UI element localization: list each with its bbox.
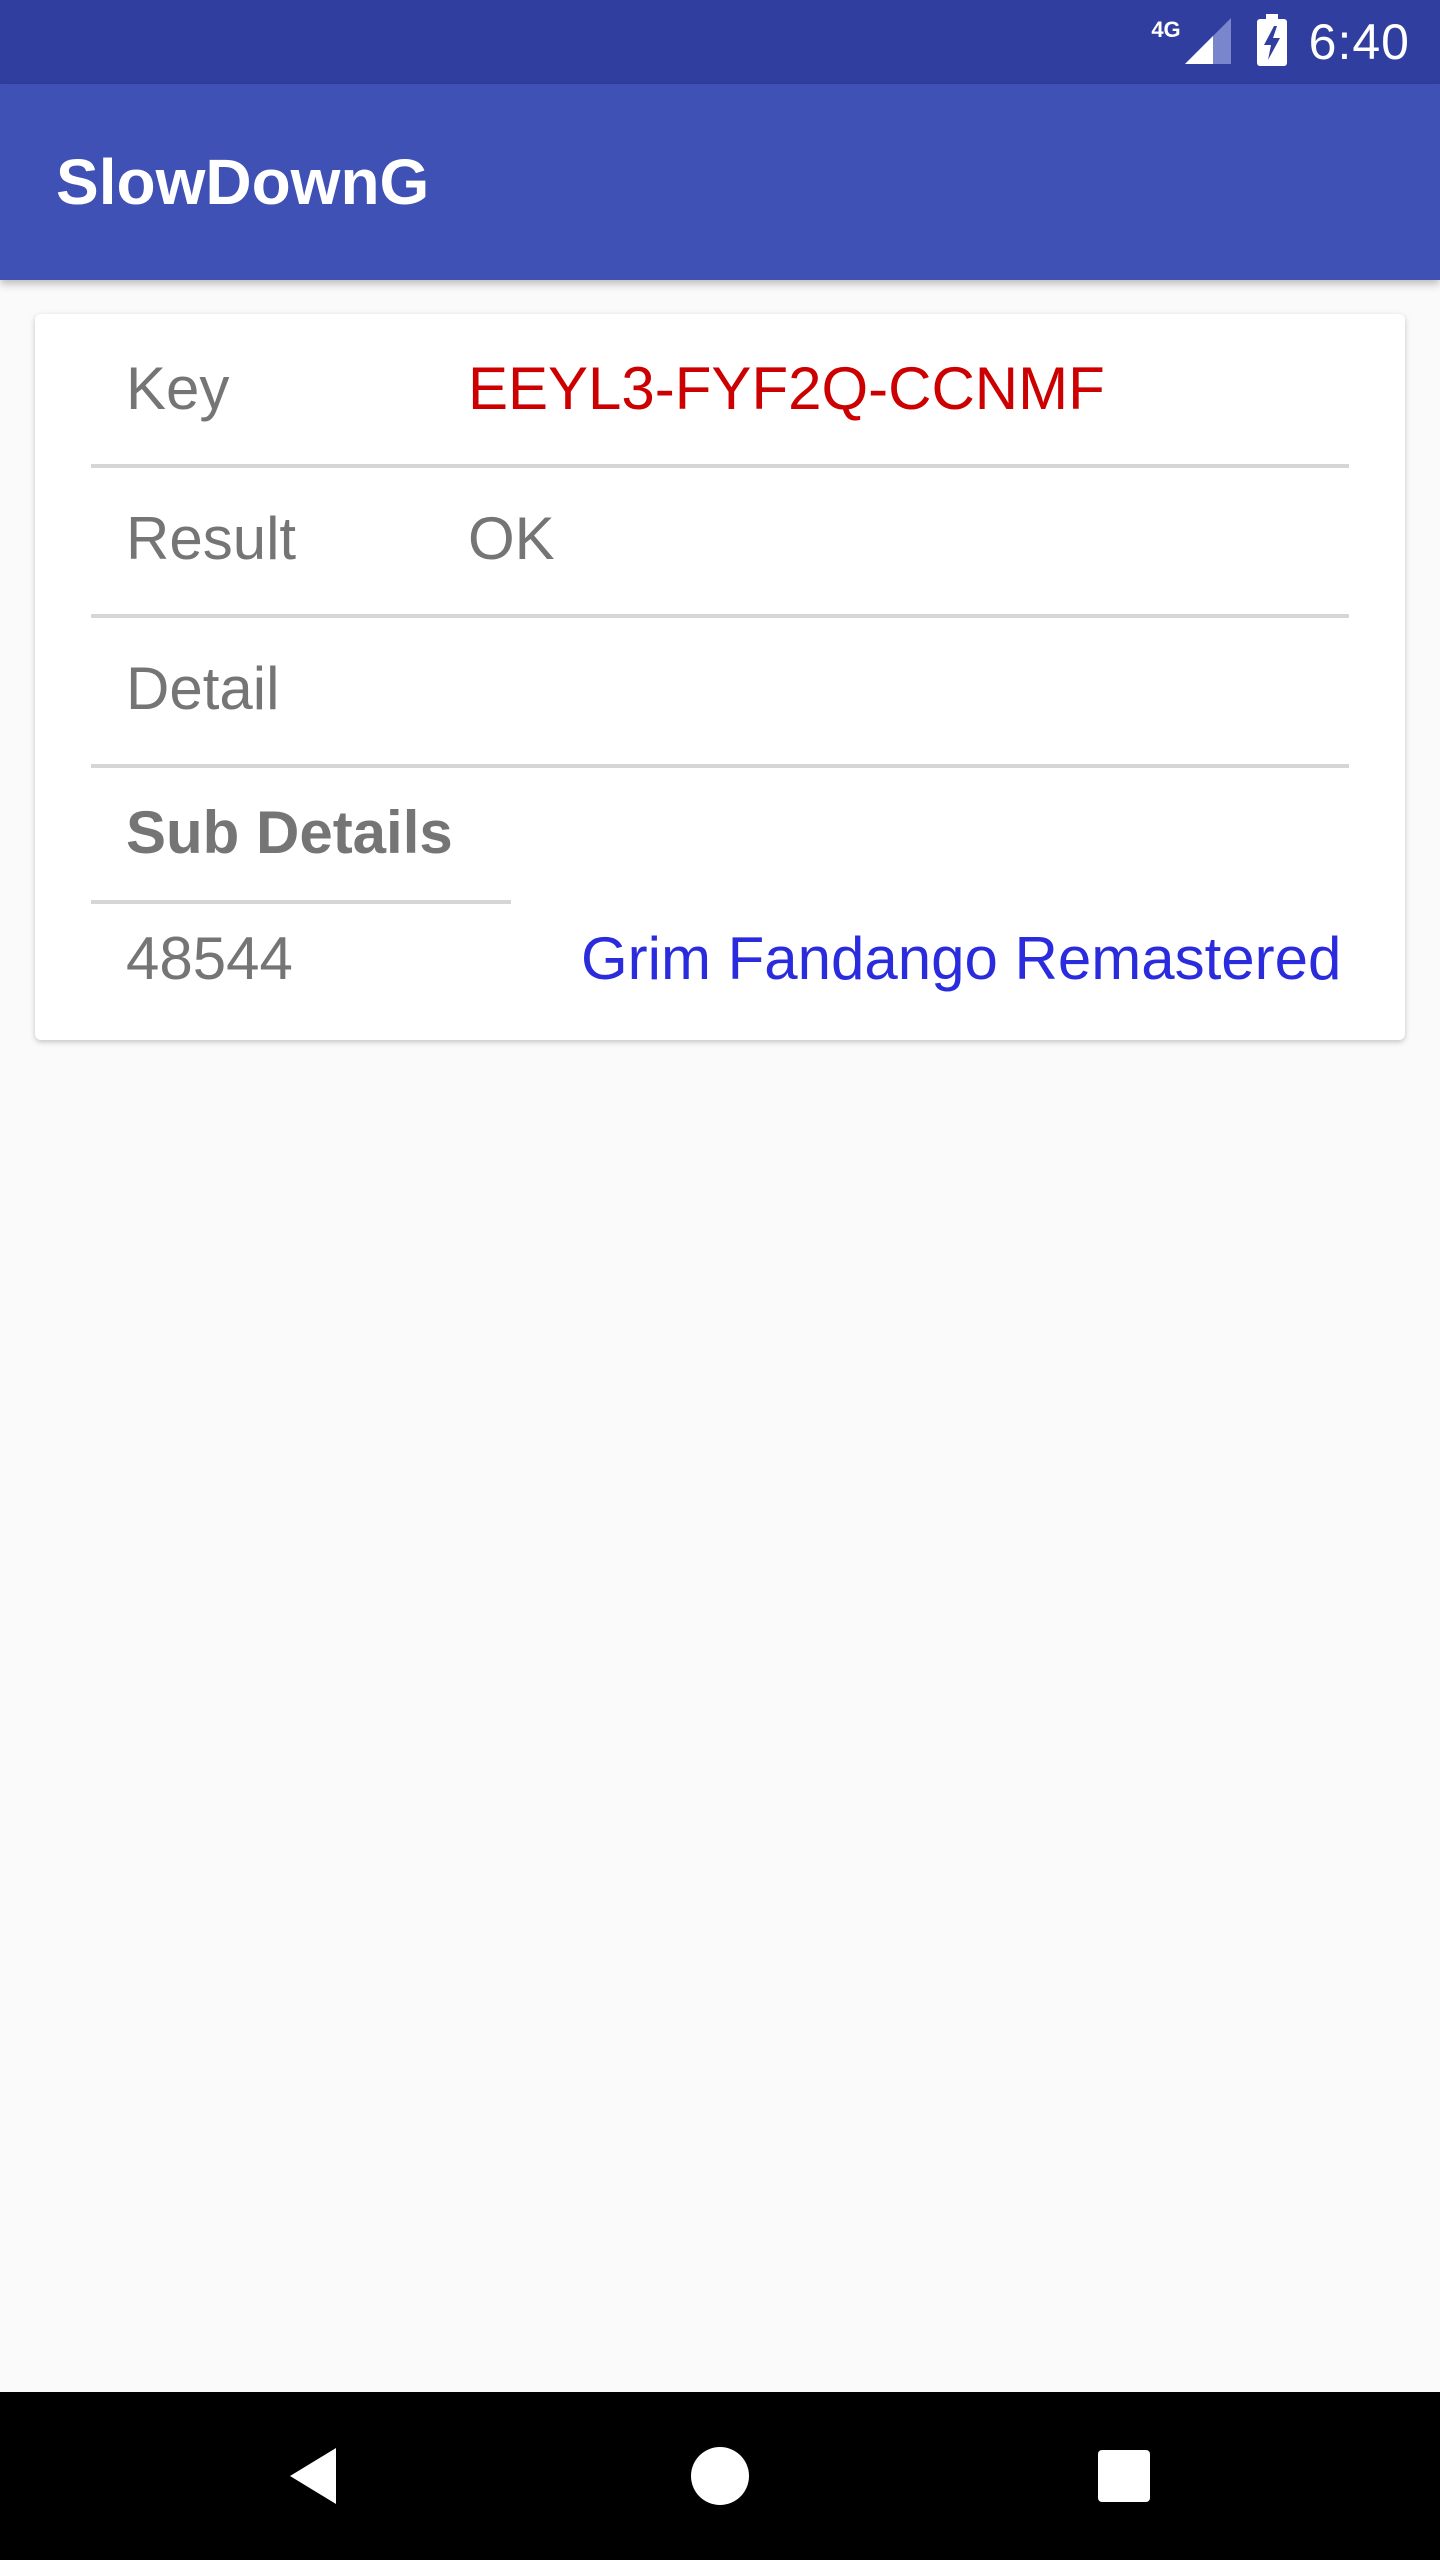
detail-row: Detail bbox=[91, 614, 1349, 768]
back-button[interactable] bbox=[232, 2392, 400, 2560]
status-icons: 4G 6:40 bbox=[1151, 0, 1410, 84]
status-bar: 4G 6:40 bbox=[0, 0, 1440, 84]
signal-icon bbox=[1179, 12, 1235, 73]
key-row: Key EEYL3-FYF2Q-CCNMF bbox=[91, 314, 1349, 468]
recents-button[interactable] bbox=[1040, 2392, 1208, 2560]
sub-detail-id: 48544 bbox=[126, 925, 293, 992]
home-button[interactable] bbox=[636, 2392, 804, 2560]
detail-label: Detail bbox=[126, 655, 280, 722]
sub-detail-row: 48544 Grim Fandango Remastered bbox=[91, 904, 1349, 1014]
result-value: OK bbox=[468, 505, 555, 572]
app-bar: SlowDownG bbox=[0, 84, 1440, 280]
result-row: Result OK bbox=[91, 464, 1349, 618]
sub-detail-title-link[interactable]: Grim Fandango Remastered bbox=[581, 904, 1341, 1014]
network-type-label: 4G bbox=[1151, 17, 1181, 42]
sub-details-title: Sub Details bbox=[126, 799, 453, 866]
battery-charging-icon bbox=[1255, 12, 1289, 73]
clock: 6:40 bbox=[1308, 14, 1410, 70]
navigation-bar bbox=[0, 2392, 1440, 2560]
recents-icon bbox=[1098, 2450, 1150, 2502]
sub-details-heading: Sub Details bbox=[91, 766, 511, 904]
key-label: Key bbox=[126, 355, 230, 422]
home-icon bbox=[691, 2447, 749, 2505]
app-title: SlowDownG bbox=[56, 146, 430, 218]
back-icon bbox=[290, 2448, 336, 2504]
key-value: EEYL3-FYF2Q-CCNMF bbox=[468, 355, 1105, 422]
result-label: Result bbox=[126, 505, 297, 572]
result-card: Key EEYL3-FYF2Q-CCNMF Result OK Detail S… bbox=[35, 314, 1405, 1040]
